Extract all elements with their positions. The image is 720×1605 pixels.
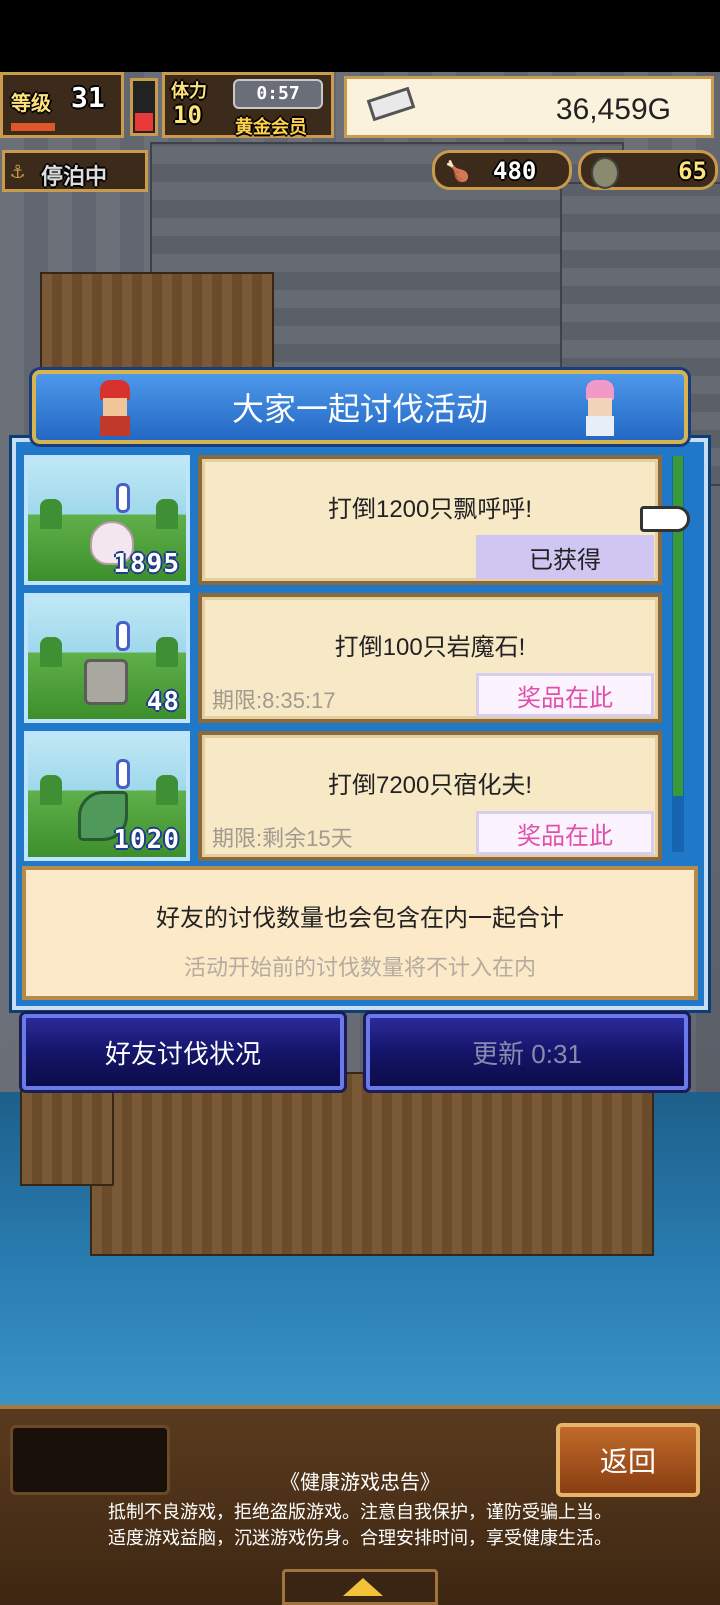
silver-bar-icon <box>366 86 416 122</box>
tree <box>156 775 178 805</box>
gold-panel: 36,459G <box>344 76 714 138</box>
level-label: 等级 <box>11 91 51 115</box>
tree <box>156 637 178 667</box>
docked-status: ⚓ 停泊中 <box>2 150 148 192</box>
exclamation-icon <box>116 621 130 651</box>
friends-status-button[interactable]: 好友讨伐状况 <box>22 1014 344 1090</box>
claimed-button[interactable]: 已获得 <box>476 535 654 579</box>
defeat-count: 48 <box>146 687 180 717</box>
quest-thumbnail: 1895 <box>24 455 190 585</box>
dock-pier <box>90 1072 654 1256</box>
dialog-title-bar: 大家一起讨伐活动 <box>32 370 688 444</box>
quest-thumbnail: 48 <box>24 593 190 723</box>
note-line-2: 活动开始前的讨伐数量将不计入在内 <box>183 955 536 980</box>
stamina-timer: 0:57 <box>233 79 323 109</box>
anchor-icon: ⚓ <box>11 159 25 184</box>
quest-goal: 打倒1200只飘呼呼! <box>327 496 533 523</box>
expand-menu-button[interactable] <box>282 1569 438 1605</box>
quest-card: 打倒7200只宿化夫! 期限:剩余15天 奖品在此 <box>198 731 662 861</box>
medal-panel: 65 <box>578 150 718 190</box>
tree <box>40 499 62 529</box>
exp-bar <box>11 123 55 131</box>
quest-deadline: 期限:8:35:17 <box>212 688 336 713</box>
docked-label: 停泊中 <box>41 165 108 190</box>
health-advice-title: 《健康游戏忠告》 <box>280 1472 440 1494</box>
info-note: 好友的讨伐数量也会包含在内一起合计 活动开始前的讨伐数量将不计入在内 <box>22 866 698 1000</box>
gold-amount: 36,459G <box>555 93 671 126</box>
defeat-count: 1895 <box>113 549 180 579</box>
prize-button[interactable]: 奖品在此 <box>476 673 654 717</box>
tree <box>40 775 62 805</box>
refresh-button[interactable]: 更新 0:31 <box>366 1014 688 1090</box>
tree <box>156 499 178 529</box>
exclamation-icon <box>116 483 130 513</box>
food-panel: 🍗 480 <box>432 150 572 190</box>
stamina-gauge-fill <box>135 113 153 131</box>
exclamation-icon <box>116 759 130 789</box>
health-advice-line-1: 抵制不良游戏，拒绝盗版游戏。注意自我保护，谨防受骗上当。 <box>108 1502 612 1522</box>
stamina-panel: 体力 10 0:57 黄金会员 <box>162 72 334 138</box>
rock-golem-icon <box>84 659 128 705</box>
quest-goal: 打倒7200只宿化夫! <box>327 772 533 799</box>
stamina-value: 10 <box>173 101 202 129</box>
health-advice-line-2: 适度游戏益脑，沉迷游戏伤身。合理安排时间，享受健康生活。 <box>108 1528 612 1548</box>
food-count: 480 <box>493 157 537 185</box>
quest-deadline: 期限:剩余15天 <box>212 826 353 851</box>
up-arrow-icon <box>343 1578 383 1596</box>
note-line-1: 好友的讨伐数量也会包含在内一起合计 <box>156 905 564 932</box>
stamina-gauge <box>130 78 158 136</box>
level-value: 31 <box>71 81 105 114</box>
quest-row[interactable]: 1895 打倒1200只飘呼呼! 已获得 <box>24 455 669 585</box>
food-icon: 🍗 <box>445 159 470 183</box>
quest-row[interactable]: 1020 打倒7200只宿化夫! 期限:剩余15天 奖品在此 <box>24 731 669 861</box>
pointer-hand-icon <box>640 506 690 532</box>
quest-card: 打倒1200只飘呼呼! 已获得 <box>198 455 662 585</box>
prize-button[interactable]: 奖品在此 <box>476 811 654 855</box>
quest-card: 打倒100只岩魔石! 期限:8:35:17 奖品在此 <box>198 593 662 723</box>
medal-icon <box>591 157 619 189</box>
membership-badge: 黄金会员 <box>235 117 307 138</box>
tree <box>40 637 62 667</box>
quest-thumbnail: 1020 <box>24 731 190 861</box>
hero-avatar-right <box>576 380 620 436</box>
quest-goal: 打倒100只岩魔石! <box>334 634 526 661</box>
stamina-label: 体力 <box>171 81 207 102</box>
level-panel: 等级 31 <box>0 72 124 138</box>
defeat-count: 1020 <box>113 825 180 855</box>
quest-row[interactable]: 48 打倒100只岩魔石! 期限:8:35:17 奖品在此 <box>24 593 669 723</box>
medal-count: 65 <box>678 157 707 185</box>
